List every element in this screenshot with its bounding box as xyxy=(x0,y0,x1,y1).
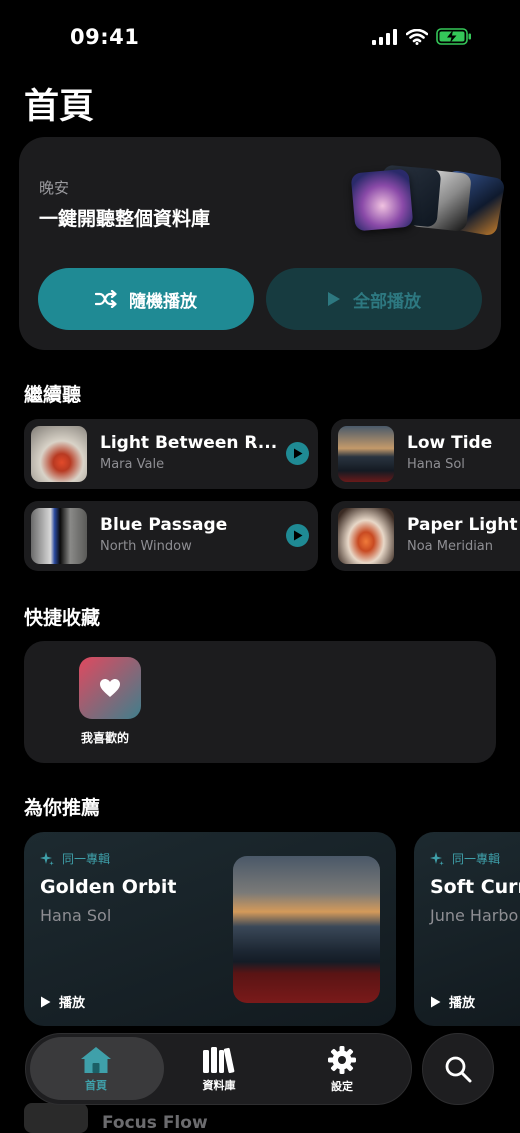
recommendation-artist: Hana Sol xyxy=(40,906,112,925)
battery-charging-icon xyxy=(436,28,471,45)
album-art xyxy=(31,508,87,564)
recommendation-tag: 同一專輯 xyxy=(40,850,110,867)
recommendation-card[interactable]: 同一專輯 Soft Curre June Harbo 播放 xyxy=(414,832,520,1026)
continue-section-title: 繼續聽 xyxy=(24,384,82,406)
peek-title: Focus Flow xyxy=(102,1113,208,1133)
favorite-playlist-label: 我喜歡的 xyxy=(81,731,130,745)
recommendation-play-button[interactable]: 播放 xyxy=(430,992,475,1011)
search-button[interactable] xyxy=(422,1033,494,1105)
status-time: 09:41 xyxy=(70,25,140,49)
recommendation-card[interactable]: 同一專輯 Golden Orbit Hana Sol 播放 xyxy=(24,832,396,1026)
wifi-icon xyxy=(406,28,428,45)
track-title: Low Tide xyxy=(407,433,493,453)
library-hero-card: 晚安 一鍵開聽整個資料庫 隨機播放 全部播放 xyxy=(19,137,506,350)
recommendation-tag-label: 同一專輯 xyxy=(452,852,501,866)
tab-settings[interactable]: 設定 xyxy=(287,1034,397,1104)
resume-play-button[interactable] xyxy=(286,442,309,465)
signal-icon xyxy=(372,28,397,45)
play-icon xyxy=(431,996,441,1007)
track-title: Light Between R... xyxy=(100,433,278,453)
album-art xyxy=(338,426,394,482)
sparkle-icon xyxy=(430,851,444,866)
tab-home[interactable]: 首頁 xyxy=(41,1034,151,1104)
track-artist: North Window xyxy=(100,539,192,554)
peek-album-art xyxy=(24,1103,88,1133)
play-all-label: 全部播放 xyxy=(353,291,421,312)
track-artist: Noa Meridian xyxy=(407,539,494,554)
track-title: Paper Light xyxy=(407,515,518,535)
greeting-text: 晚安 xyxy=(39,179,70,197)
play-icon xyxy=(293,448,302,459)
continue-item[interactable]: Paper Light Noa Meridian xyxy=(331,501,520,571)
shuffle-label: 隨機播放 xyxy=(129,291,197,312)
continue-item[interactable]: Low Tide Hana Sol xyxy=(331,419,520,489)
play-icon xyxy=(328,292,340,306)
recommend-section-title: 為你推薦 xyxy=(24,797,101,819)
favorites-section-title: 快捷收藏 xyxy=(24,607,101,629)
album-art-front xyxy=(350,168,414,232)
play-all-button[interactable]: 全部播放 xyxy=(266,268,482,330)
favorites-card: 我喜歡的 xyxy=(24,641,496,763)
library-icon xyxy=(203,1046,235,1073)
shuffle-play-button[interactable]: 隨機播放 xyxy=(38,268,254,330)
track-artist: Hana Sol xyxy=(407,457,465,472)
album-art xyxy=(338,508,394,564)
tab-home-label: 首頁 xyxy=(85,1078,107,1092)
track-artist: Mara Vale xyxy=(100,457,165,472)
recommendation-play-button[interactable]: 播放 xyxy=(40,992,85,1011)
play-icon xyxy=(293,530,302,541)
continue-item[interactable]: Light Between R... Mara Vale xyxy=(24,419,318,489)
heart-icon xyxy=(100,679,120,697)
recommendation-title: Golden Orbit xyxy=(40,876,177,898)
home-icon xyxy=(81,1046,111,1073)
gear-icon xyxy=(328,1045,356,1074)
tab-library[interactable]: 資料庫 xyxy=(164,1034,274,1104)
track-title: Blue Passage xyxy=(100,515,228,535)
album-art xyxy=(233,856,380,1003)
play-icon xyxy=(41,996,51,1007)
recommendation-tag: 同一專輯 xyxy=(430,850,500,867)
search-icon xyxy=(445,1056,472,1083)
continue-item[interactable]: Blue Passage North Window xyxy=(24,501,318,571)
sparkle-icon xyxy=(40,851,54,866)
play-label: 播放 xyxy=(449,996,476,1011)
status-icons xyxy=(372,28,472,45)
tab-settings-label: 設定 xyxy=(331,1079,353,1093)
hero-subtitle: 一鍵開聽整個資料庫 xyxy=(39,208,211,230)
recommendation-artist: June Harbo xyxy=(430,906,519,925)
recommendation-title: Soft Curre xyxy=(430,876,520,898)
page-title: 首頁 xyxy=(24,87,95,127)
recommendation-tag-label: 同一專輯 xyxy=(62,852,111,866)
play-label: 播放 xyxy=(59,996,86,1011)
resume-play-button[interactable] xyxy=(286,524,309,547)
tab-library-label: 資料庫 xyxy=(202,1078,236,1092)
favorite-playlist-tile[interactable] xyxy=(79,657,141,719)
tab-bar: 首頁 資料庫 設定 xyxy=(25,1033,412,1105)
shuffle-icon xyxy=(95,290,117,308)
album-art xyxy=(31,426,87,482)
